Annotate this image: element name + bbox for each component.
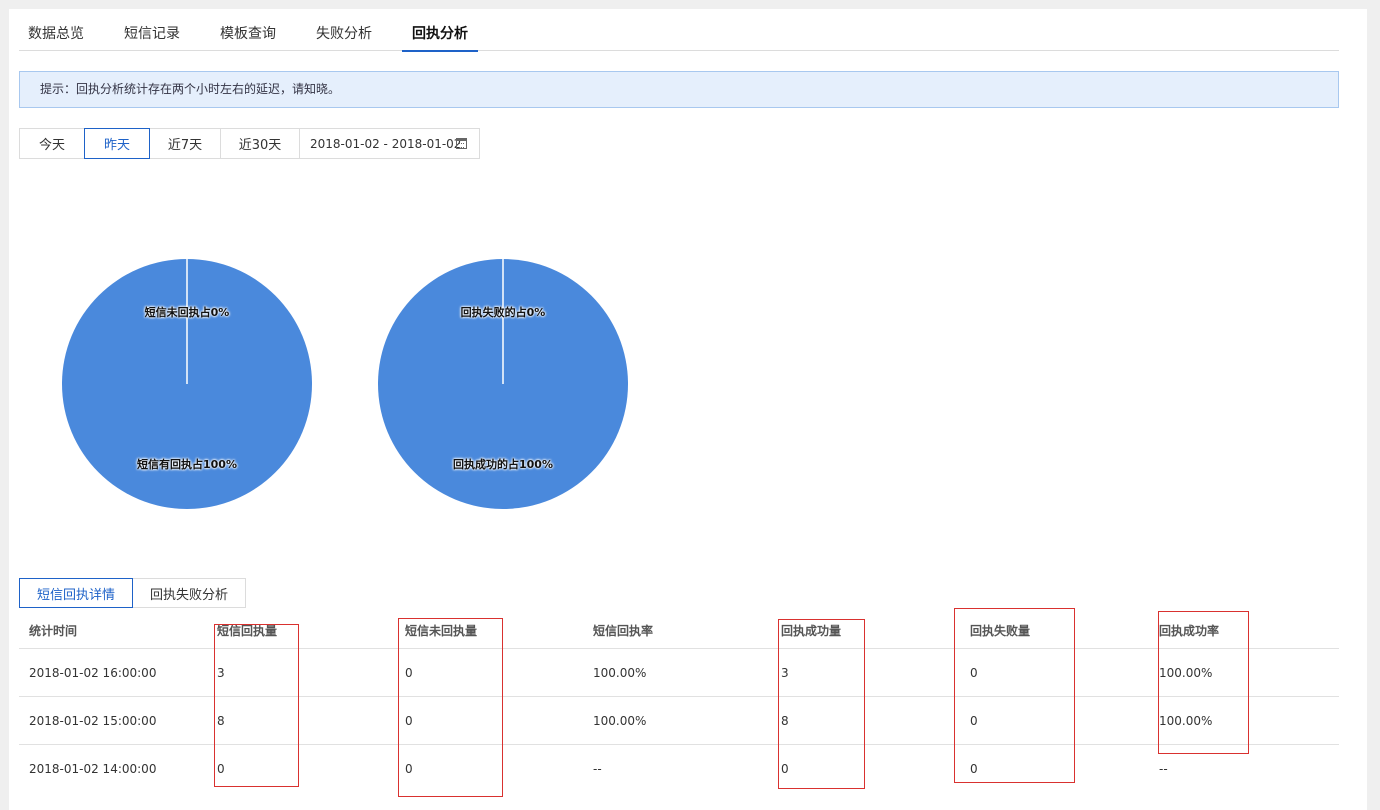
cell-no-receipt-count: 0: [405, 666, 413, 680]
cell-success-count: 8: [781, 714, 789, 728]
column-header-time: 统计时间: [29, 624, 78, 638]
date-range-picker[interactable]: 2018-01-02 - 2018-01-02: [299, 128, 480, 159]
cell-success-rate: 100.00%: [1159, 714, 1213, 728]
date-filter: 今天 昨天 近7天 近30天 2018-01-02 - 2018-01-02: [19, 128, 480, 159]
date-range-value: 2018-01-02 - 2018-01-02: [310, 136, 462, 151]
cell-success-rate: 100.00%: [1159, 666, 1213, 680]
tab-failure-analysis[interactable]: 失败分析: [316, 23, 372, 51]
notice-banner: 提示：回执分析统计存在两个小时左右的延迟，请知晓。: [19, 71, 1339, 108]
cell-success-count: 3: [781, 666, 789, 680]
column-header-failure-count: 回执失败量: [970, 624, 1031, 638]
tab-sms-records[interactable]: 短信记录: [124, 23, 180, 51]
cell-receipt-count: 3: [217, 666, 225, 680]
pie-chart-svg: [378, 259, 628, 509]
cell-time: 2018-01-02 16:00:00: [29, 666, 157, 680]
column-header-receipt-rate: 短信回执率: [593, 624, 654, 638]
column-header-success-rate: 回执成功率: [1159, 624, 1220, 638]
calendar-icon[interactable]: [456, 138, 467, 149]
cell-no-receipt-count: 0: [405, 714, 413, 728]
top-tab-bar: 数据总览 短信记录 模板查询 失败分析 回执分析: [19, 23, 1339, 52]
pie-chart-receipt-result: 回执失败的占0% 回执成功的占100%: [377, 258, 629, 510]
date-option-30days[interactable]: 近30天: [220, 128, 300, 159]
tab-receipt-analysis[interactable]: 回执分析: [402, 23, 478, 52]
cell-failure-count: 0: [970, 666, 978, 680]
date-option-yesterday[interactable]: 昨天: [84, 128, 150, 159]
cell-receipt-count: 8: [217, 714, 225, 728]
pie-label-no-receipt: 短信未回执占0%: [144, 306, 230, 319]
cell-receipt-rate: 100.00%: [593, 666, 647, 680]
pie-chart-svg: [62, 259, 312, 509]
column-header-receipt-count: 短信回执量: [217, 624, 278, 638]
table-header: 统计时间 短信回执量 短信未回执量 短信回执率 回执成功量 回执失败量 回执成功…: [19, 608, 1339, 649]
pie-label-receipt-failed: 回执失败的占0%: [460, 306, 546, 319]
cell-no-receipt-count: 0: [405, 762, 413, 776]
table-row: 2018-01-02 16:00:00 3 0 100.00% 3 0 100.…: [19, 649, 1339, 697]
cell-failure-count: 0: [970, 762, 978, 776]
table-row: 2018-01-02 15:00:00 8 0 100.00% 8 0 100.…: [19, 697, 1339, 745]
detail-tab-bar: 短信回执详情 回执失败分析: [19, 578, 246, 608]
cell-time: 2018-01-02 15:00:00: [29, 714, 157, 728]
pie-label-receipt-success: 回执成功的占100%: [453, 458, 553, 471]
cell-receipt-rate: --: [593, 762, 602, 776]
column-header-success-count: 回执成功量: [781, 624, 842, 638]
date-option-7days[interactable]: 近7天: [149, 128, 221, 159]
column-header-no-receipt-count: 短信未回执量: [405, 624, 478, 638]
tab-receipt-detail[interactable]: 短信回执详情: [19, 578, 133, 608]
pie-label-has-receipt: 短信有回执占100%: [137, 458, 237, 471]
tab-template-query[interactable]: 模板查询: [220, 23, 276, 51]
pie-chart-sms-receipt: 短信未回执占0% 短信有回执占100%: [61, 258, 313, 510]
tab-data-overview[interactable]: 数据总览: [28, 23, 84, 51]
cell-success-rate: --: [1159, 762, 1168, 776]
cell-failure-count: 0: [970, 714, 978, 728]
receipt-detail-table: 统计时间 短信回执量 短信未回执量 短信回执率 回执成功量 回执失败量 回执成功…: [19, 608, 1339, 793]
cell-time: 2018-01-02 14:00:00: [29, 762, 157, 776]
cell-success-count: 0: [781, 762, 789, 776]
cell-receipt-rate: 100.00%: [593, 714, 647, 728]
date-option-today[interactable]: 今天: [19, 128, 85, 159]
cell-receipt-count: 0: [217, 762, 225, 776]
tab-receipt-failure-analysis[interactable]: 回执失败分析: [132, 578, 246, 608]
table-row: 2018-01-02 14:00:00 0 0 -- 0 0 --: [19, 745, 1339, 793]
